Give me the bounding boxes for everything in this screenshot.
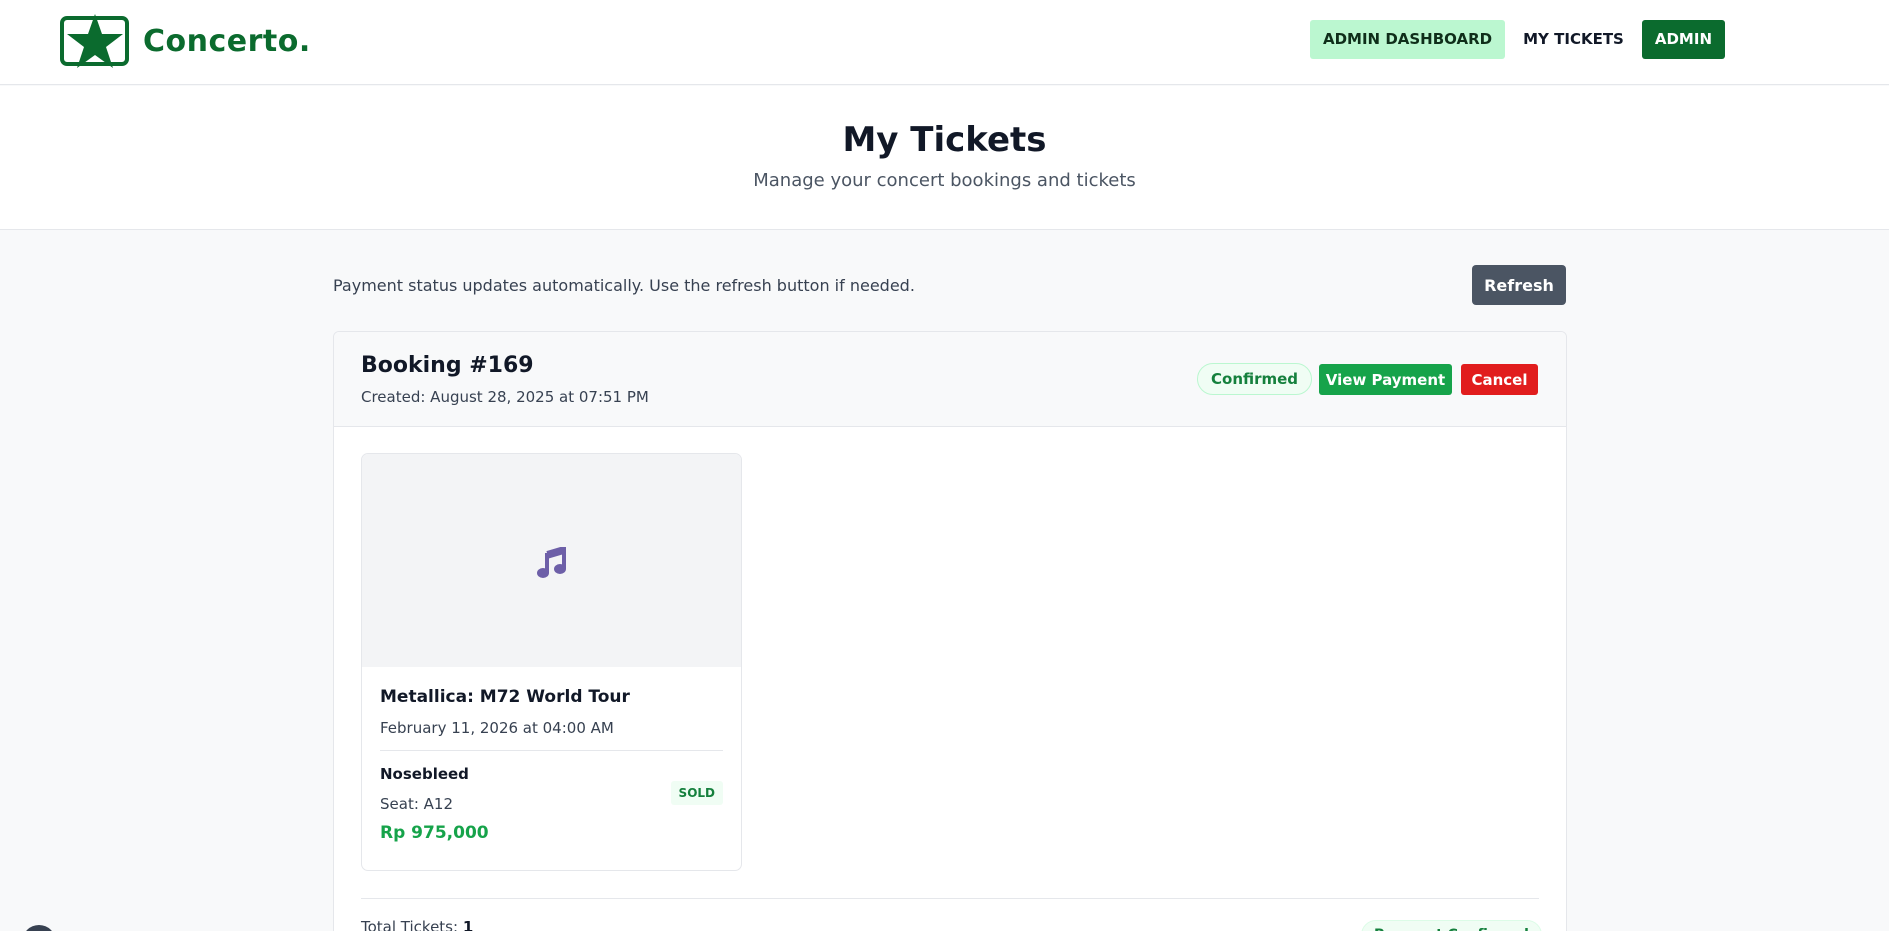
booking-title: Booking #169 (361, 353, 534, 378)
admin-dashboard-button[interactable]: ADMIN DASHBOARD (1309, 20, 1506, 59)
page-header: My Tickets Manage your concert bookings … (0, 86, 1889, 230)
admin-button[interactable]: ADMIN (1641, 20, 1725, 59)
page-subtitle: Manage your concert bookings and tickets (753, 170, 1136, 191)
concert-title: Metallica: M72 World Tour (380, 687, 630, 707)
sold-badge: SOLD (670, 781, 723, 805)
brand-logo[interactable]: Concerto. (60, 14, 311, 68)
navbar: Concerto. ADMIN DASHBOARD MY TICKETS ADM… (0, 0, 1889, 85)
my-tickets-link[interactable]: MY TICKETS (1515, 20, 1632, 59)
booking-card: Booking #169 Created: August 28, 2025 at… (333, 331, 1567, 931)
ticket-section: Nosebleed (380, 765, 469, 783)
nav-links: ADMIN DASHBOARD MY TICKETS ADMIN (1309, 20, 1725, 59)
star-icon (60, 14, 129, 68)
ticket-body: Metallica: M72 World Tour February 11, 2… (362, 667, 741, 843)
payment-status-badge: Payment Confirmed (1361, 920, 1542, 931)
total-tickets: Total Tickets: 1 (361, 918, 473, 931)
brand-name: Concerto. (143, 23, 311, 59)
concert-date: February 11, 2026 at 04:00 AM (380, 719, 723, 751)
total-tickets-label: Total Tickets: (361, 918, 459, 931)
page-title: My Tickets (842, 120, 1047, 160)
refresh-button[interactable]: Refresh (1472, 265, 1566, 305)
floating-action-icon[interactable] (22, 925, 56, 931)
music-note-icon (537, 547, 566, 578)
ticket-price: Rp 975,000 (380, 823, 489, 843)
booking-header: Booking #169 Created: August 28, 2025 at… (334, 332, 1566, 427)
total-tickets-count: 1 (462, 918, 474, 931)
payment-status-notice: Payment status updates automatically. Us… (333, 276, 915, 295)
cancel-button[interactable]: Cancel (1461, 364, 1538, 395)
status-badge: Confirmed (1197, 363, 1313, 395)
booking-created-date: Created: August 28, 2025 at 07:51 PM (361, 388, 649, 406)
view-payment-button[interactable]: View Payment (1319, 364, 1452, 395)
ticket-card: Metallica: M72 World Tour February 11, 2… (361, 453, 742, 871)
ticket-image (362, 454, 741, 667)
divider (361, 898, 1539, 899)
